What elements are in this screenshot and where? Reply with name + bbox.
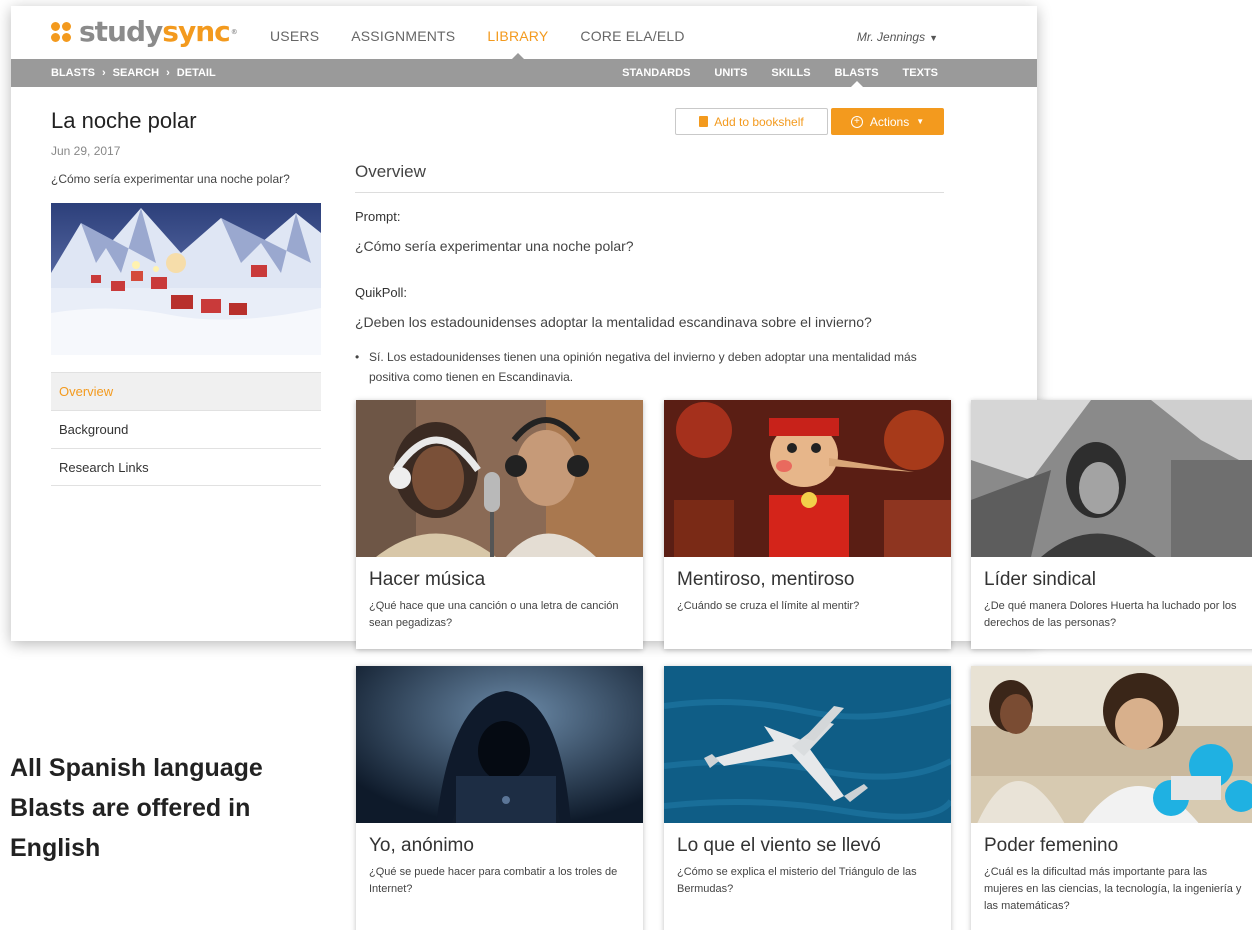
breadcrumb-blasts[interactable]: BLASTS xyxy=(51,67,95,79)
card-image-airplane xyxy=(664,666,951,823)
prompt-text: ¿Cómo sería experimentar una noche polar… xyxy=(355,238,634,254)
quikpoll-option: Sí. Los estadounidenses tienen una opini… xyxy=(355,347,935,387)
subnav-texts[interactable]: TEXTS xyxy=(903,67,938,79)
blast-card[interactable]: Hacer música ¿Qué hace que una canción o… xyxy=(356,400,643,649)
blast-card[interactable]: Yo, anónimo ¿Qué se puede hacer para com… xyxy=(356,666,643,930)
logo-wordmark: studysync® xyxy=(79,15,238,48)
actions-button[interactable]: + Actions ▼ xyxy=(831,108,944,135)
card-title: Poder femenino xyxy=(984,835,1119,856)
promo-tagline: All Spanish language Blasts are offered … xyxy=(10,754,263,862)
card-description: ¿Qué hace que una canción o una letra de… xyxy=(369,600,619,629)
breadcrumb-search[interactable]: SEARCH xyxy=(113,67,159,79)
nav-assignments[interactable]: ASSIGNMENTS xyxy=(351,28,455,44)
card-description: ¿Qué se puede hacer para combatir a los … xyxy=(369,866,618,895)
add-to-bookshelf-button[interactable]: Add to bookshelf xyxy=(675,108,828,135)
card-description: ¿Cómo se explica el misterio del Triángu… xyxy=(677,866,917,895)
blast-card[interactable]: Poder femenino ¿Cuál es la dificultad má… xyxy=(971,666,1252,930)
card-image-pinocchio xyxy=(664,400,951,557)
chevron-down-icon: ▼ xyxy=(929,33,938,43)
quikpoll-label: QuikPoll: xyxy=(355,285,408,300)
chevron-right-icon: › xyxy=(102,67,106,79)
nav-library[interactable]: LIBRARY xyxy=(487,28,548,61)
studysync-logo[interactable]: studysync® xyxy=(51,15,238,48)
user-name: Mr. Jennings xyxy=(856,30,926,44)
page-title: La noche polar xyxy=(51,108,197,133)
card-title: Mentiroso, mentiroso xyxy=(677,569,855,590)
quikpoll-question: ¿Deben los estadounidenses adoptar la me… xyxy=(355,314,872,330)
user-menu[interactable]: Mr. Jennings ▼ xyxy=(857,30,938,44)
overview-heading: Overview xyxy=(355,162,944,193)
card-title: Lo que el viento se llevó xyxy=(677,835,881,856)
add-to-bookshelf-label: Add to bookshelf xyxy=(714,114,804,129)
plus-circle-icon: + xyxy=(850,115,863,128)
card-title: Yo, anónimo xyxy=(369,835,474,856)
hero-image xyxy=(51,203,321,355)
sidenav-overview[interactable]: Overview xyxy=(51,372,321,410)
blast-card[interactable]: Lo que el viento se llevó ¿Cómo se expli… xyxy=(664,666,951,930)
top-navigation: studysync® USERS ASSIGNMENTS LIBRARY COR… xyxy=(11,6,1037,61)
card-image-hacker xyxy=(356,666,643,823)
book-icon xyxy=(699,116,709,127)
chevron-right-icon: › xyxy=(166,67,170,79)
card-description: ¿Cuándo se cruza el límite al mentir? xyxy=(677,600,860,612)
card-image-labor-leader xyxy=(971,400,1252,557)
card-title: Hacer música xyxy=(369,569,486,590)
card-title: Líder sindical xyxy=(984,569,1096,590)
publish-date: Jun 29, 2017 xyxy=(51,144,121,158)
sidenav-research-links[interactable]: Research Links xyxy=(51,448,321,486)
chevron-down-icon: ▼ xyxy=(916,117,925,126)
blast-card[interactable]: Líder sindical ¿De qué manera Dolores Hu… xyxy=(971,400,1252,649)
card-description: ¿De qué manera Dolores Huerta ha luchado… xyxy=(984,600,1237,629)
logo-dots-icon xyxy=(51,20,75,44)
card-image-music xyxy=(356,400,643,557)
breadcrumb: BLASTS › SEARCH › DETAIL xyxy=(51,67,216,79)
secondary-bar: BLASTS › SEARCH › DETAIL STANDARDS UNITS… xyxy=(11,59,1037,87)
breadcrumb-detail: DETAIL xyxy=(176,67,216,79)
blast-card[interactable]: Mentiroso, mentiroso ¿Cuándo se cruza el… xyxy=(664,400,951,649)
subnav-skills[interactable]: SKILLS xyxy=(771,67,810,79)
card-description: ¿Cuál es la dificultad más importante pa… xyxy=(984,866,1242,912)
actions-label: Actions xyxy=(869,114,910,129)
prompt-label: Prompt: xyxy=(355,209,401,224)
blast-question: ¿Cómo sería experimentar una noche polar… xyxy=(51,172,290,186)
card-image-girls-robotics xyxy=(971,666,1252,823)
sidenav-background[interactable]: Background xyxy=(51,410,321,448)
subnav-standards[interactable]: STANDARDS xyxy=(622,67,690,79)
main-nav: USERS ASSIGNMENTS LIBRARY CORE ELA/ELD xyxy=(270,28,717,61)
subnav-blasts[interactable]: BLASTS xyxy=(835,67,879,87)
nav-users[interactable]: USERS xyxy=(270,28,319,44)
library-subnav: STANDARDS UNITS SKILLS BLASTS TEXTS xyxy=(598,67,938,87)
blast-sidenav: Overview Background Research Links xyxy=(51,372,321,486)
subnav-units[interactable]: UNITS xyxy=(714,67,747,79)
nav-core-ela-eld[interactable]: CORE ELA/ELD xyxy=(580,28,684,44)
